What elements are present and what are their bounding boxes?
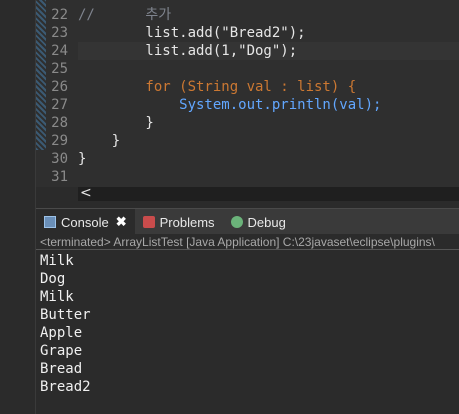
line-number: 24 bbox=[51, 43, 68, 59]
line-number: 28 bbox=[51, 115, 68, 131]
line-number: 23 bbox=[51, 25, 68, 41]
tab-debug-label: Debug bbox=[247, 214, 286, 230]
code-line[interactable]: list.add("Bread2"); bbox=[78, 24, 459, 42]
code-line[interactable]: // 추가 bbox=[78, 6, 459, 24]
tab-console[interactable]: Console ✖ bbox=[36, 209, 135, 235]
code-line[interactable]: for (String val : list) { bbox=[78, 78, 459, 96]
scroll-left-arrow-icon[interactable]: < bbox=[80, 185, 92, 201]
output-line: Dog bbox=[40, 271, 66, 287]
code-line-current[interactable]: list.add(1,"Dog"); bbox=[78, 42, 459, 60]
output-line: Apple bbox=[40, 325, 83, 341]
code-text: } bbox=[78, 133, 121, 149]
code-text: } bbox=[78, 151, 87, 167]
tab-problems-label: Problems bbox=[159, 214, 215, 230]
code-line[interactable]: } bbox=[78, 132, 459, 150]
line-number: 27 bbox=[51, 97, 68, 113]
code-text: for (String val : list) { bbox=[78, 79, 357, 95]
console-icon bbox=[44, 216, 56, 228]
line-number: 26 bbox=[51, 79, 68, 95]
tab-debug[interactable]: Debug bbox=[223, 209, 294, 235]
code-line[interactable]: } bbox=[78, 114, 459, 132]
tab-console-label: Console bbox=[61, 214, 109, 230]
code-text: list.add("Bread2"); bbox=[78, 25, 306, 41]
left-panel-strip bbox=[0, 0, 36, 414]
tab-problems[interactable]: Problems bbox=[135, 209, 223, 235]
line-number: 22 bbox=[51, 7, 68, 23]
problems-icon bbox=[142, 216, 155, 228]
horizontal-scrollbar[interactable]: < bbox=[78, 185, 459, 201]
code-text: System.out.println(val); bbox=[78, 97, 382, 113]
code-text: list.add(1,"Dog"); bbox=[78, 43, 298, 59]
code-text: } bbox=[78, 115, 154, 131]
line-number: 30 bbox=[51, 151, 68, 167]
line-number: 31 bbox=[51, 169, 68, 185]
line-number: 25 bbox=[51, 61, 68, 77]
close-icon[interactable]: ✖ bbox=[116, 214, 127, 230]
code-comment: // 추가 bbox=[78, 7, 172, 23]
line-number: 29 bbox=[51, 133, 68, 149]
console-output[interactable]: Milk Dog Milk Butter Apple Grape Bread B… bbox=[36, 250, 459, 414]
output-line: Milk bbox=[40, 253, 74, 269]
editor-gutter-marker bbox=[36, 0, 46, 150]
output-line: Butter bbox=[40, 307, 91, 323]
debug-icon bbox=[230, 216, 243, 228]
output-line: Bread bbox=[40, 361, 83, 377]
output-line: Milk bbox=[40, 289, 74, 305]
code-line[interactable]: } bbox=[78, 150, 459, 168]
view-tabs: Console ✖ Problems Debug bbox=[36, 208, 459, 235]
console-status: <terminated> ArrayListTest [Java Applica… bbox=[36, 234, 459, 250]
output-line: Bread2 bbox=[40, 379, 91, 395]
code-line[interactable]: System.out.println(val); bbox=[78, 96, 459, 114]
output-line: Grape bbox=[40, 343, 83, 359]
